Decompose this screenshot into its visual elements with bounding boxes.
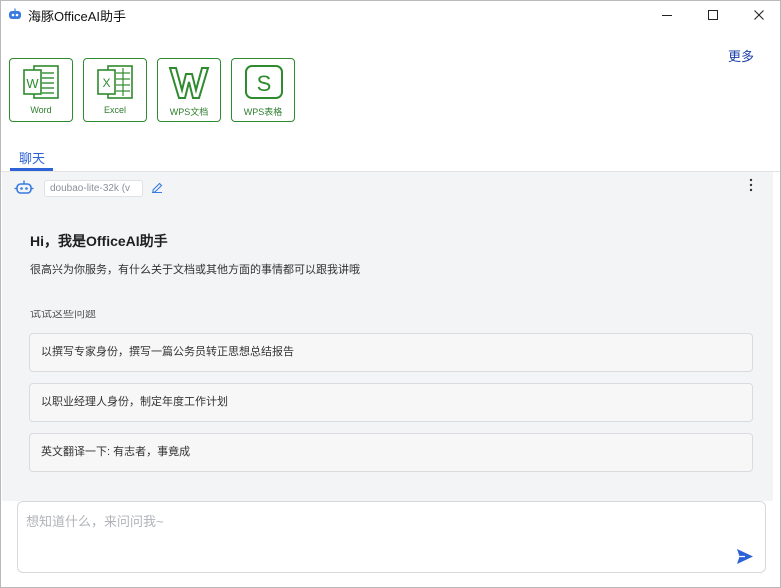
svg-text:W: W: [26, 76, 39, 91]
close-button[interactable]: [736, 1, 781, 29]
window-title: 海豚OfficeAI助手: [28, 9, 127, 24]
excel-icon: X: [97, 65, 133, 99]
more-options-icon[interactable]: [746, 178, 756, 192]
suggestions-heading-text: 试试这些问题: [30, 310, 96, 320]
suggestions-heading: 试试这些问题: [30, 310, 150, 320]
greeting-subtitle: 很高兴为你服务，有什么关于文档或其他方面的事情都可以跟我讲哦: [30, 264, 360, 276]
svg-text:X: X: [102, 76, 110, 90]
title-bar: 海豚OfficeAI助手: [1, 1, 780, 29]
wps-spreadsheet-icon: S: [245, 65, 283, 99]
minimize-button[interactable]: [644, 1, 690, 29]
suggestion-item[interactable]: 以职业经理人身份，制定年度工作计划: [29, 383, 753, 422]
suggestion-item[interactable]: 英文翻译一下: 有志者，事竟成: [29, 433, 753, 472]
suggestion-item[interactable]: 以撰写专家身份，撰写一篇公务员转正思想总结报告: [29, 333, 753, 372]
send-icon[interactable]: [736, 548, 754, 565]
wps-spreadsheet-app-button[interactable]: S WPS表格: [231, 58, 295, 122]
app-window: 海豚OfficeAI助手 更多 W Word X Excel WPS文档 S W…: [0, 0, 781, 588]
wps-writer-icon: [168, 67, 210, 99]
word-label: Word: [30, 105, 52, 115]
more-link[interactable]: 更多: [728, 46, 754, 65]
greeting-title: Hi，我是OfficeAI助手: [30, 233, 168, 249]
wps-writer-app-button[interactable]: WPS文档: [157, 58, 221, 122]
tab-chat[interactable]: 聊天: [19, 148, 45, 167]
word-icon: W: [23, 65, 59, 99]
edit-icon[interactable]: [151, 181, 163, 193]
word-app-button[interactable]: W Word: [9, 58, 73, 122]
robot-logo-icon: [9, 8, 21, 19]
wps-spreadsheet-label: WPS表格: [243, 107, 283, 117]
close-icon: [754, 10, 764, 20]
excel-app-button[interactable]: X Excel: [83, 58, 147, 122]
wps-writer-label: WPS文档: [169, 107, 209, 117]
chat-input[interactable]: [18, 502, 765, 572]
model-selector[interactable]: doubao-lite-32k (v: [44, 180, 143, 197]
excel-label: Excel: [103, 105, 126, 115]
svg-text:S: S: [257, 71, 272, 96]
maximize-button[interactable]: [690, 1, 736, 29]
chat-input-box: [17, 501, 766, 573]
robot-icon: [14, 180, 34, 194]
minimize-icon: [662, 15, 672, 16]
maximize-icon: [708, 10, 718, 20]
